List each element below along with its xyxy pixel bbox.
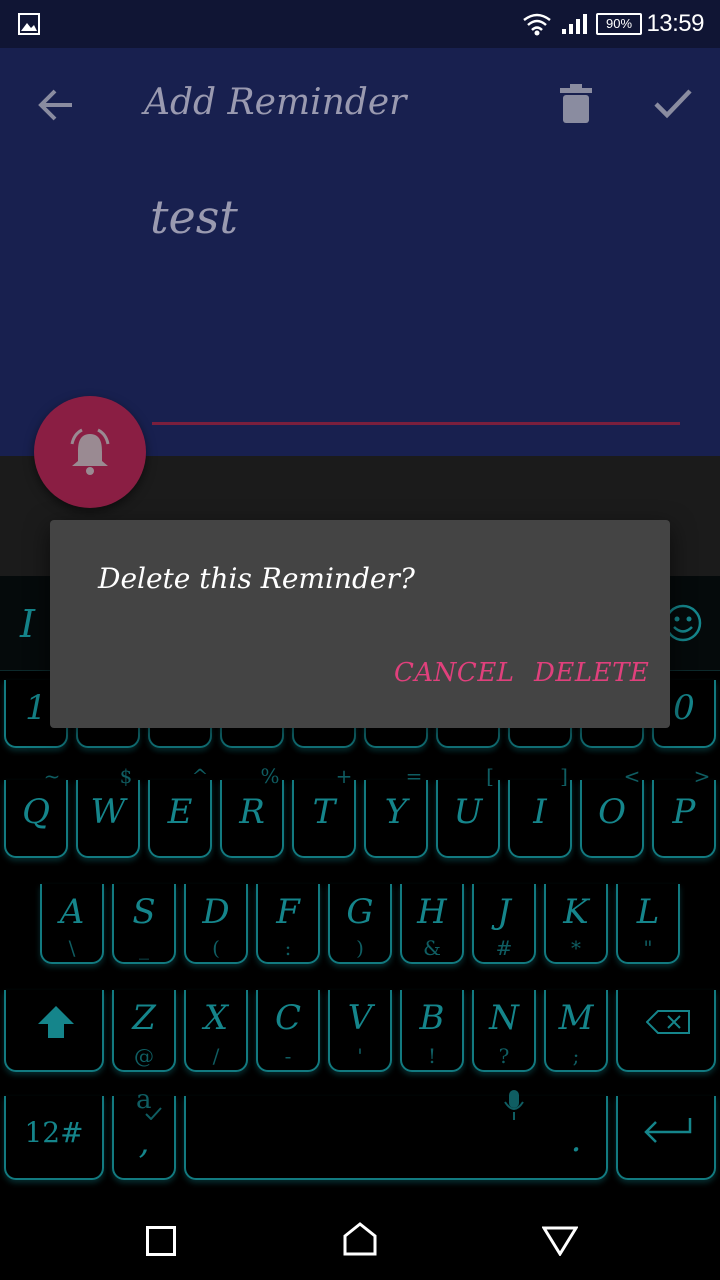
battery-indicator: 90%	[596, 13, 642, 35]
reminder-title-input[interactable]: test	[150, 190, 238, 244]
key-g[interactable]: G)	[328, 884, 392, 964]
cancel-button[interactable]: CANCEL	[394, 658, 515, 688]
symbols-key[interactable]: 12#	[4, 1096, 104, 1180]
delete-button[interactable]: DELETE	[534, 658, 649, 688]
input-underline	[152, 422, 680, 425]
key-r[interactable]: R	[220, 780, 284, 858]
shift-key[interactable]	[4, 990, 104, 1072]
reminder-toggle-button[interactable]	[34, 396, 146, 508]
svg-text:a: a	[136, 1088, 152, 1115]
save-check-icon[interactable]	[654, 88, 692, 120]
key-e[interactable]: E	[148, 780, 212, 858]
delete-confirmation-dialog: Delete this Reminder? CANCEL DELETE	[50, 520, 670, 728]
key-i[interactable]: I	[508, 780, 572, 858]
key-c[interactable]: C-	[256, 990, 320, 1072]
key-u[interactable]: U	[436, 780, 500, 858]
key-m[interactable]: M;	[544, 990, 608, 1072]
wifi-icon	[523, 13, 551, 36]
key-h[interactable]: H &	[400, 884, 464, 964]
navigation-bar	[0, 1200, 720, 1280]
key-q[interactable]: Q	[4, 780, 68, 858]
key-k[interactable]: K *	[544, 884, 608, 964]
space-key[interactable]: .	[184, 1090, 608, 1180]
enter-key[interactable]	[616, 1096, 716, 1180]
key-z[interactable]: Z @	[112, 990, 176, 1072]
bell-icon	[70, 428, 110, 475]
enter-arrow-icon	[644, 1118, 692, 1143]
key-l[interactable]: L "	[616, 884, 680, 964]
backspace-key[interactable]	[616, 990, 716, 1072]
key-t[interactable]: T	[292, 780, 356, 858]
comma-key[interactable]: a ,	[112, 1088, 176, 1180]
recents-icon[interactable]	[146, 1226, 176, 1256]
home-icon[interactable]	[343, 1222, 377, 1256]
microphone-icon	[504, 1090, 524, 1120]
key-s[interactable]: S _	[112, 884, 176, 964]
key-f[interactable]: F:	[256, 884, 320, 964]
key-v[interactable]: V '	[328, 990, 392, 1072]
image-notification-icon	[18, 13, 40, 35]
back-icon[interactable]	[542, 1226, 578, 1256]
key-w[interactable]: W	[76, 780, 140, 858]
key-x[interactable]: X /	[184, 990, 248, 1072]
spellcheck-icon: a	[136, 1088, 162, 1120]
page-title: Add Reminder	[144, 82, 407, 123]
dialog-message: Delete this Reminder?	[98, 562, 415, 595]
key-n[interactable]: N?	[472, 990, 536, 1072]
key-b[interactable]: B!	[400, 990, 464, 1072]
back-arrow-icon[interactable]	[38, 88, 74, 122]
shift-arrow-icon	[38, 1006, 74, 1038]
backspace-icon	[646, 1010, 690, 1034]
key-d[interactable]: D(	[184, 884, 248, 964]
status-bar: 90% 13:59	[0, 0, 720, 48]
delete-trash-icon[interactable]	[560, 84, 592, 124]
key-o[interactable]: O	[580, 780, 644, 858]
cursor-left-key[interactable]: I	[20, 602, 35, 646]
key-a[interactable]: A \	[40, 884, 104, 964]
signal-icon	[562, 14, 587, 34]
key-j[interactable]: J #	[472, 884, 536, 964]
key-y[interactable]: Y	[364, 780, 428, 858]
key-p[interactable]: P	[652, 780, 716, 858]
status-time: 13:59	[646, 10, 704, 37]
